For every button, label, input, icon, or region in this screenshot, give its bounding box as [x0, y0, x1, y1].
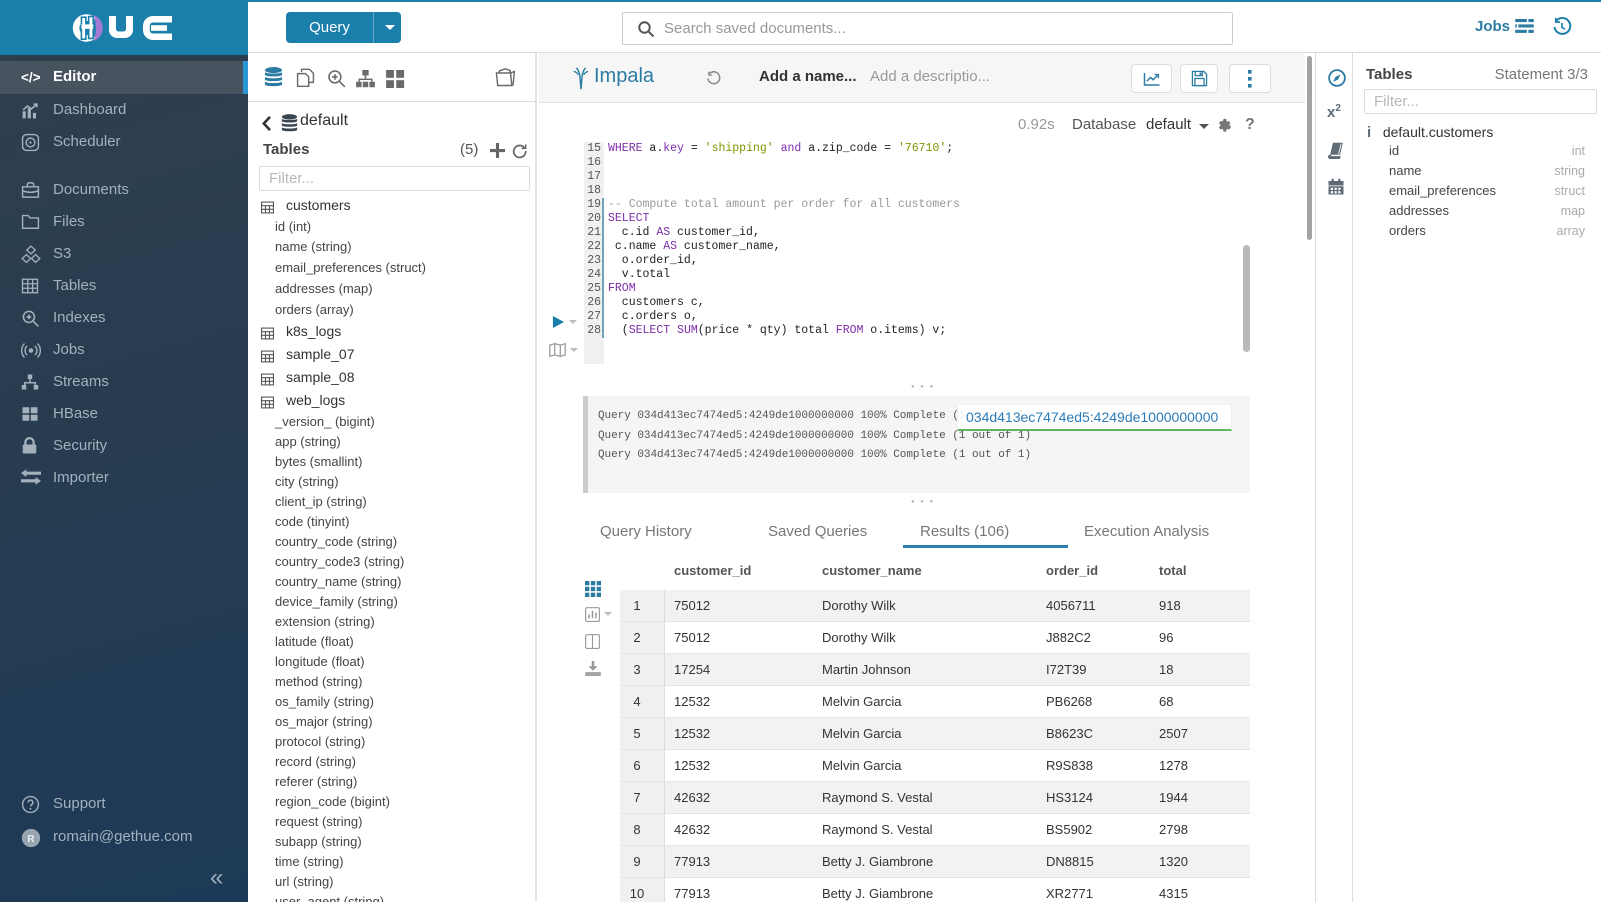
- svg-text:R: R: [27, 834, 35, 845]
